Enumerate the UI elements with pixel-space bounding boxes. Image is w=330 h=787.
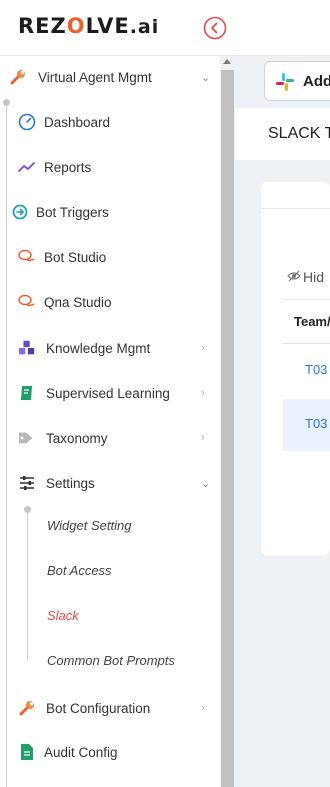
sidebar-item-label: Settings (46, 475, 95, 491)
sidebar-item-knowledge-mgmt[interactable]: Knowledge Mgmt › (0, 328, 220, 368)
chevron-down-icon: ⌄ (201, 71, 211, 84)
sidebar-item-settings[interactable]: Settings ⌄ (0, 463, 220, 503)
sliders-icon (18, 474, 36, 492)
team-id-link[interactable]: T03 (305, 362, 327, 377)
card-divider (261, 208, 330, 209)
chevron-right-icon: › (201, 342, 205, 354)
slack-icon (276, 73, 294, 91)
hide-columns-toggle[interactable]: Hid (287, 269, 324, 285)
wrench-icon (18, 699, 36, 717)
table-header: Team/ (283, 299, 330, 344)
brand-logo[interactable]: REZOLVE.ai (18, 14, 159, 38)
sidebar-item-label: Bot Triggers (36, 204, 109, 220)
sidebar-item-label: Reports (44, 159, 92, 175)
hide-label: Hid (303, 269, 325, 285)
team-id-link[interactable]: T03 (305, 416, 327, 431)
sidebar-item-label: Qna Studio (44, 294, 112, 310)
chat-bubbles-icon (18, 293, 36, 311)
sidebar-item-bot-triggers[interactable]: Bot Triggers (0, 192, 220, 232)
document-icon (18, 743, 36, 761)
sidebar-subitem-slack[interactable]: Slack (0, 595, 220, 635)
sidebar-subitem-label: Widget Setting (47, 517, 132, 533)
sidebar-scrollbar-thumb[interactable] (221, 70, 234, 787)
eye-slash-icon (287, 269, 303, 285)
sidebar: Virtual Agent Mgmt ⌄ Dashboard Reports B… (0, 56, 221, 787)
chevron-right-icon: › (201, 702, 205, 714)
sidebar-item-reports[interactable]: Reports (0, 147, 220, 187)
sidebar-item-label: Audit Config (44, 744, 118, 760)
top-bar: REZOLVE.ai (0, 0, 330, 56)
sidebar-item-label: Bot Studio (44, 249, 107, 265)
add-to-slack-button[interactable]: Add (264, 61, 330, 101)
sidebar-item-bot-studio[interactable]: Bot Studio (0, 237, 220, 277)
gauge-icon (18, 113, 36, 131)
scroll-up-arrow-icon[interactable] (223, 59, 231, 64)
arrow-circle-icon (11, 203, 29, 221)
sidebar-item-supervised-learning[interactable]: Supervised Learning › (0, 373, 220, 413)
chevron-right-icon: › (201, 432, 205, 444)
tags-icon (18, 429, 36, 447)
collapse-sidebar-button[interactable] (203, 16, 227, 40)
sidebar-subitem-label: Slack (47, 607, 79, 623)
table-card: Hid Team/ T03 T03 (261, 182, 330, 555)
sidebar-item-label: Dashboard (44, 114, 111, 130)
page-title: SLACK T (268, 125, 330, 142)
table-row[interactable]: T03 (283, 345, 330, 397)
sidebar-item-audit-config[interactable]: Audit Config (0, 732, 220, 772)
sidebar-item-bot-configuration[interactable]: Bot Configuration › (0, 688, 220, 728)
sidebar-item-qna-studio[interactable]: Qna Studio (0, 282, 220, 322)
add-button-label: Add (303, 73, 330, 90)
sidebar-item-label: Supervised Learning (46, 385, 170, 401)
chevron-right-icon: › (201, 387, 205, 399)
sidebar-item-dashboard[interactable]: Dashboard (0, 102, 220, 142)
wrench-icon (9, 68, 27, 86)
chevron-down-icon: ⌄ (201, 477, 211, 490)
chat-bubbles-icon (18, 248, 36, 266)
sidebar-subitem-label: Common Bot Prompts (47, 652, 175, 668)
trend-line-icon (18, 158, 36, 176)
page-header: SLACK T (235, 108, 330, 160)
sidebar-item-label: Knowledge Mgmt (46, 340, 151, 356)
sidebar-subitem-label: Bot Access (47, 562, 112, 578)
column-header-team[interactable]: Team/ (294, 314, 330, 329)
sidebar-subitem-bot-access[interactable]: Bot Access (0, 550, 220, 590)
book-icon (18, 384, 36, 402)
sidebar-subitem-widget-setting[interactable]: Widget Setting (0, 505, 220, 545)
sidebar-item-virtual-agent-mgmt[interactable]: Virtual Agent Mgmt ⌄ (0, 57, 220, 97)
cubes-icon (18, 339, 36, 357)
sidebar-item-label: Taxonomy (46, 430, 108, 446)
sidebar-item-taxonomy[interactable]: Taxonomy › (0, 418, 220, 458)
sidebar-subitem-common-bot-prompts[interactable]: Common Bot Prompts (0, 640, 220, 680)
sidebar-item-label: Virtual Agent Mgmt (38, 69, 152, 85)
table-row[interactable]: T03 (283, 399, 330, 451)
sidebar-item-label: Bot Configuration (46, 700, 151, 716)
